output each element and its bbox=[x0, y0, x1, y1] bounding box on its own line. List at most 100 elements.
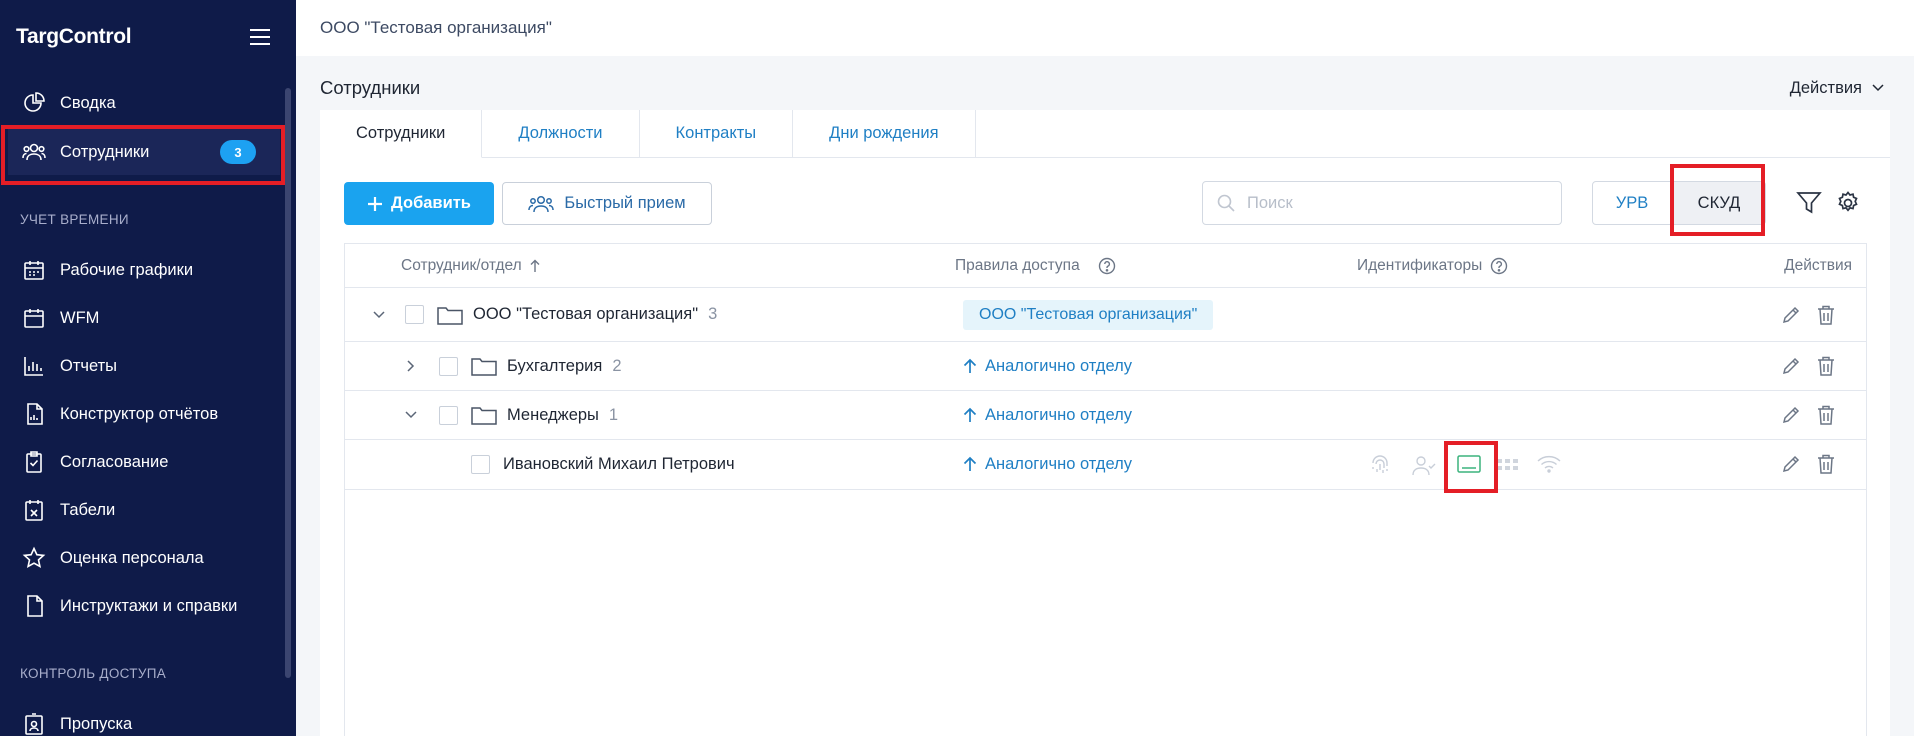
face-icon[interactable] bbox=[1411, 454, 1437, 476]
row-name[interactable]: Менеджеры 1 bbox=[507, 391, 618, 439]
sidebar-item-personnel-evaluation[interactable]: Оценка персонала bbox=[8, 535, 280, 581]
access-rule-tag[interactable]: ООО "Тестовая организация" bbox=[963, 299, 1214, 330]
column-actions: Действия bbox=[1784, 244, 1852, 288]
plus-icon bbox=[367, 196, 383, 212]
sidebar-item-timesheets[interactable]: Табели bbox=[8, 487, 280, 533]
mode-skud-button[interactable]: СКУД bbox=[1672, 181, 1766, 225]
search-input[interactable] bbox=[1247, 193, 1547, 213]
column-employee[interactable]: Сотрудник/отдел bbox=[401, 244, 540, 288]
row-checkbox[interactable] bbox=[439, 391, 458, 439]
wireless-icon[interactable] bbox=[1537, 454, 1561, 474]
checkbox[interactable] bbox=[439, 405, 458, 425]
row-checkbox[interactable] bbox=[405, 288, 424, 341]
checkbox[interactable] bbox=[405, 305, 424, 324]
access-rule-link[interactable]: Аналогично отделу bbox=[963, 440, 1132, 488]
quick-hire-button[interactable]: Быстрый прием bbox=[502, 182, 712, 225]
tab-contracts[interactable]: Контракты bbox=[639, 110, 794, 158]
column-access-rules-label: Правила доступа bbox=[955, 257, 1080, 274]
row-checkbox[interactable] bbox=[471, 440, 490, 488]
organization-name[interactable]: ООО "Тестовая организация" bbox=[320, 18, 552, 38]
pie-chart-icon bbox=[22, 91, 46, 115]
trash-icon[interactable] bbox=[1817, 391, 1835, 439]
add-button-label: Добавить bbox=[391, 194, 471, 212]
add-button[interactable]: Добавить bbox=[344, 182, 494, 225]
sidebar-item-reports[interactable]: Отчеты bbox=[8, 343, 280, 389]
row-name[interactable]: ООО "Тестовая организация" 3 bbox=[473, 288, 717, 341]
tab-positions[interactable]: Должности bbox=[482, 110, 640, 158]
expand-chevron-right-icon[interactable] bbox=[407, 342, 415, 390]
table-row[interactable]: Менеджеры 1 Аналогично отделу bbox=[345, 391, 1866, 440]
search-box[interactable] bbox=[1202, 181, 1562, 225]
access-rule[interactable]: ООО "Тестовая организация" bbox=[963, 288, 1214, 341]
edit-pencil-icon[interactable] bbox=[1781, 440, 1801, 488]
row-name[interactable]: Бухгалтерия 2 bbox=[507, 342, 622, 390]
fingerprint-icon[interactable] bbox=[1369, 454, 1391, 476]
help-circle-icon[interactable] bbox=[1098, 257, 1116, 275]
row-name[interactable]: Ивановский Михаил Петрович bbox=[503, 440, 735, 488]
page-title: Сотрудники bbox=[320, 77, 421, 98]
pin-code-icon[interactable] bbox=[1497, 458, 1519, 472]
tab-birthdays[interactable]: Дни рождения bbox=[793, 110, 976, 158]
filter-icon[interactable] bbox=[1796, 191, 1822, 215]
sidebar-item-approval[interactable]: Согласование bbox=[8, 439, 280, 485]
star-icon bbox=[22, 546, 46, 570]
org-name: ООО "Тестовая организация" bbox=[473, 305, 699, 323]
checkbox[interactable] bbox=[471, 454, 490, 474]
row-count: 1 bbox=[608, 405, 619, 424]
tab-employees[interactable]: Сотрудники bbox=[320, 110, 483, 158]
chevron-down-icon bbox=[1872, 84, 1884, 92]
table-row[interactable]: Ивановский Михаил Петрович Аналогично от… bbox=[345, 440, 1866, 490]
bar-chart-icon bbox=[22, 354, 46, 378]
gear-icon[interactable] bbox=[1836, 191, 1860, 215]
sidebar-header: TargControl bbox=[0, 0, 296, 74]
top-bar: ООО "Тестовая организация" bbox=[296, 0, 1914, 56]
users-icon bbox=[22, 140, 46, 164]
access-rule-label: Аналогично отделу bbox=[985, 454, 1132, 473]
sidebar-item-summary[interactable]: Сводка bbox=[8, 80, 280, 126]
clipboard-check-icon bbox=[22, 450, 46, 474]
card-icon[interactable] bbox=[1457, 454, 1481, 474]
sidebar-item-label: Сотрудники bbox=[60, 142, 150, 161]
expand-chevron-down-icon[interactable] bbox=[405, 391, 417, 439]
table-header: Сотрудник/отдел Правила доступа Идентифи… bbox=[345, 244, 1866, 288]
sidebar-item-work-schedules[interactable]: Рабочие графики bbox=[8, 247, 280, 293]
table-row[interactable]: Бухгалтерия 2 Аналогично отделу bbox=[345, 342, 1866, 391]
trash-icon[interactable] bbox=[1817, 342, 1835, 390]
table-row[interactable]: ООО "Тестовая организация" 3 ООО "Тестов… bbox=[345, 288, 1866, 342]
calendar-grid-icon bbox=[22, 306, 46, 330]
trash-icon[interactable] bbox=[1817, 288, 1835, 341]
sidebar-item-employees[interactable]: Сотрудники 3 bbox=[8, 129, 280, 175]
sidebar-item-briefings[interactable]: Инструктажи и справки bbox=[8, 583, 280, 629]
column-employee-label: Сотрудник/отдел bbox=[401, 257, 522, 274]
search-icon bbox=[1217, 194, 1235, 212]
users-icon bbox=[528, 194, 555, 214]
sidebar-item-wfm[interactable]: WFM bbox=[8, 295, 280, 341]
actions-dropdown[interactable]: Действия bbox=[1790, 79, 1884, 98]
access-rule-link[interactable]: Аналогично отделу bbox=[963, 342, 1132, 390]
expand-chevron-down-icon[interactable] bbox=[373, 288, 385, 341]
sidebar-item-label: Оценка персонала bbox=[60, 548, 204, 567]
edit-pencil-icon[interactable] bbox=[1781, 342, 1801, 390]
sidebar-item-label: Табели bbox=[60, 500, 116, 519]
checkbox[interactable] bbox=[439, 356, 458, 376]
row-checkbox[interactable] bbox=[439, 342, 458, 390]
app-logo: TargControl bbox=[16, 25, 132, 48]
document-icon bbox=[22, 594, 46, 618]
sidebar-item-passes[interactable]: Пропуска bbox=[8, 701, 280, 736]
column-access-rules: Правила доступа bbox=[955, 244, 1116, 288]
sidebar-item-label: Конструктор отчётов bbox=[60, 404, 219, 423]
edit-pencil-icon[interactable] bbox=[1781, 391, 1801, 439]
help-circle-icon[interactable] bbox=[1490, 257, 1508, 275]
mode-urv-button[interactable]: УРВ bbox=[1592, 181, 1672, 225]
sidebar-scrollbar[interactable] bbox=[285, 88, 291, 678]
trash-icon[interactable] bbox=[1817, 440, 1835, 488]
sidebar-item-report-builder[interactable]: Конструктор отчётов bbox=[8, 391, 280, 437]
employees-table: Сотрудник/отдел Правила доступа Идентифи… bbox=[344, 243, 1867, 736]
sidebar-item-label: Пропуска bbox=[60, 714, 133, 733]
actions-dropdown-label: Действия bbox=[1789, 78, 1862, 97]
edit-pencil-icon[interactable] bbox=[1781, 288, 1801, 341]
hamburger-menu-icon[interactable] bbox=[250, 29, 270, 45]
access-rule-link[interactable]: Аналогично отделу bbox=[963, 391, 1132, 439]
sidebar-item-label: WFM bbox=[60, 308, 100, 327]
sidebar-item-label: Сводка bbox=[60, 93, 116, 112]
